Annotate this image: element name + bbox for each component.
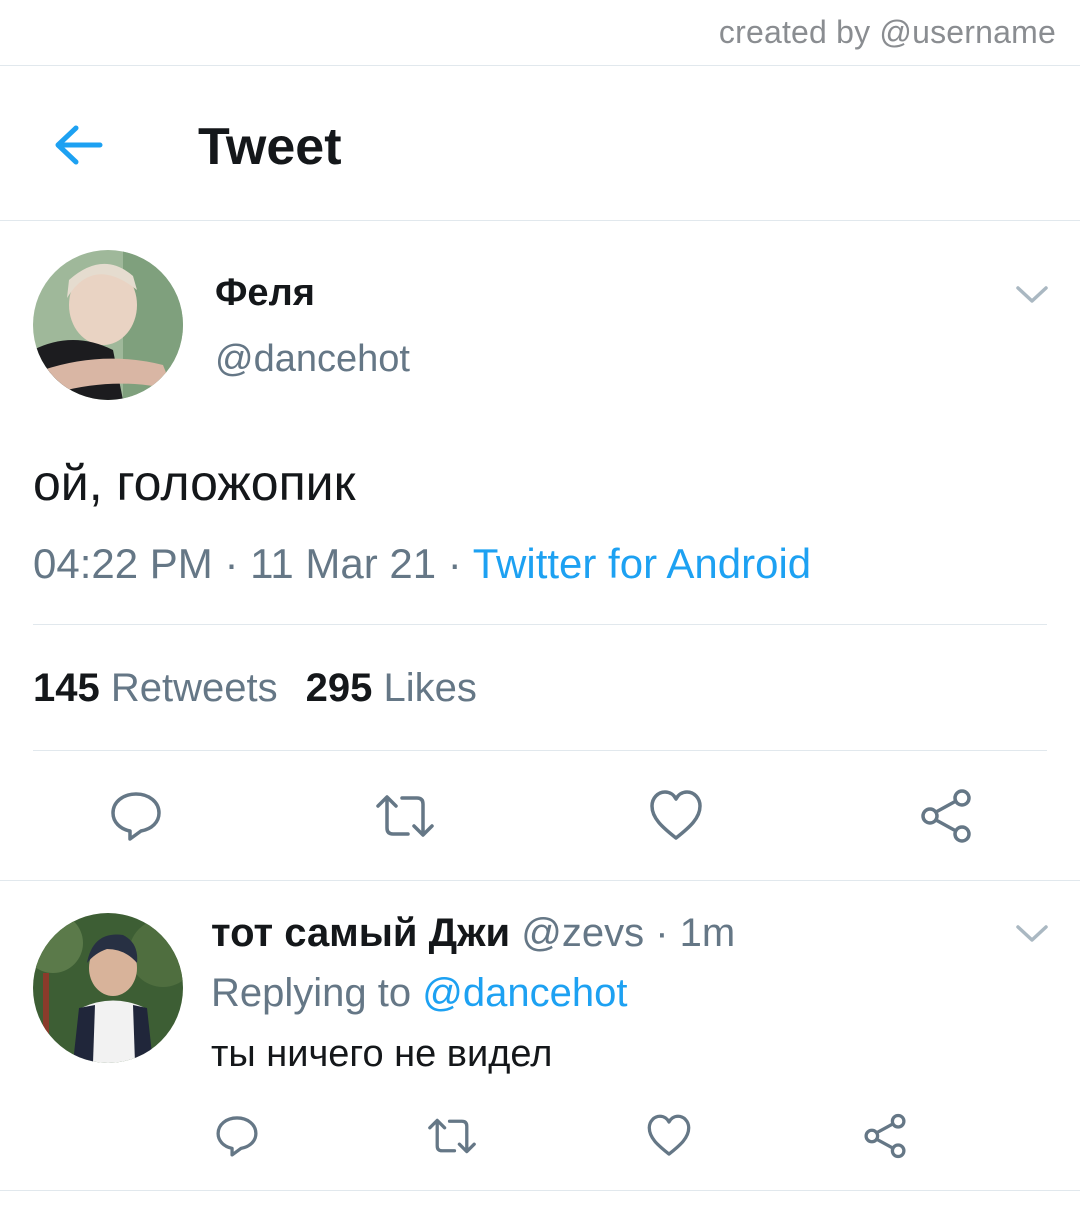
tweet-menu-button[interactable] xyxy=(1010,272,1054,316)
reply-icon xyxy=(111,792,161,841)
reply-display-name[interactable]: тот самый Джи xyxy=(211,911,510,955)
replying-to: Replying to @dancehot xyxy=(211,971,627,1016)
avatar[interactable] xyxy=(33,913,183,1063)
share-icon xyxy=(864,1113,906,1159)
meta-separator: · xyxy=(212,540,251,587)
meta-separator: · xyxy=(436,540,473,587)
watermark-bar: created by @username xyxy=(0,0,1080,66)
replying-to-mention[interactable]: @dancehot xyxy=(422,971,627,1015)
share-button[interactable] xyxy=(918,788,974,844)
reply-icon xyxy=(216,1116,258,1157)
tweet-meta: 04:22 PM · 11 Mar 21 · Twitter for Andro… xyxy=(33,540,811,588)
reply-tweet[interactable]: тот самый Джи @zevs · 1m Replying to @da… xyxy=(0,881,1080,1191)
meta-separator: · xyxy=(644,911,680,955)
retweets-label: Retweets xyxy=(110,666,278,710)
likes-label: Likes xyxy=(383,666,477,710)
avatar[interactable] xyxy=(33,250,183,400)
share-button[interactable] xyxy=(862,1113,908,1159)
display-name[interactable]: Феля xyxy=(215,272,315,315)
user-handle[interactable]: @dancehot xyxy=(215,338,410,381)
tweet-text: ой, голожопик xyxy=(33,455,356,511)
tweet-stats: 145 Retweets 295 Likes xyxy=(33,666,477,711)
tweet-source-link[interactable]: Twitter for Android xyxy=(473,540,811,587)
avatar-photo xyxy=(33,913,183,1063)
main-tweet: Феля @dancehot ой, голожопик 04:22 PM · … xyxy=(0,222,1080,880)
section-separator xyxy=(0,1190,1080,1191)
like-button[interactable] xyxy=(646,1113,692,1159)
reply-button[interactable] xyxy=(108,788,164,844)
divider xyxy=(33,750,1047,751)
replying-label: Replying to xyxy=(211,971,423,1015)
retweets-count: 145 xyxy=(33,666,100,710)
watermark-text: created by @username xyxy=(718,14,1056,50)
reply-time: 1m xyxy=(679,911,736,955)
retweet-button[interactable] xyxy=(374,788,436,844)
likes-count: 295 xyxy=(305,666,373,710)
arrow-left-icon xyxy=(55,125,103,165)
reply-handle[interactable]: @zevs xyxy=(521,911,644,955)
reply-header: тот самый Джи @zevs · 1m xyxy=(211,911,735,956)
likes-stat[interactable]: 295 Likes xyxy=(306,666,477,710)
reply-menu-button[interactable] xyxy=(1010,911,1054,955)
reply-button[interactable] xyxy=(214,1113,260,1159)
reply-text: ты ничего не видел xyxy=(211,1033,553,1075)
divider xyxy=(33,624,1047,625)
like-icon xyxy=(650,790,702,840)
chevron-down-icon xyxy=(1016,925,1048,942)
like-icon xyxy=(647,1114,691,1156)
tweet-date: 11 Mar 21 xyxy=(250,540,437,587)
app-bar: Tweet xyxy=(0,67,1080,221)
retweet-icon xyxy=(428,1118,476,1154)
back-button[interactable] xyxy=(48,115,108,175)
page-title: Tweet xyxy=(198,118,342,176)
avatar-photo xyxy=(33,250,183,400)
retweet-icon xyxy=(376,795,434,837)
chevron-down-icon xyxy=(1016,286,1048,303)
retweets-stat[interactable]: 145 Retweets xyxy=(33,666,278,710)
tweet-time: 04:22 PM xyxy=(33,540,213,587)
like-button[interactable] xyxy=(648,788,704,844)
share-icon xyxy=(921,789,971,843)
retweet-button[interactable] xyxy=(426,1113,478,1159)
